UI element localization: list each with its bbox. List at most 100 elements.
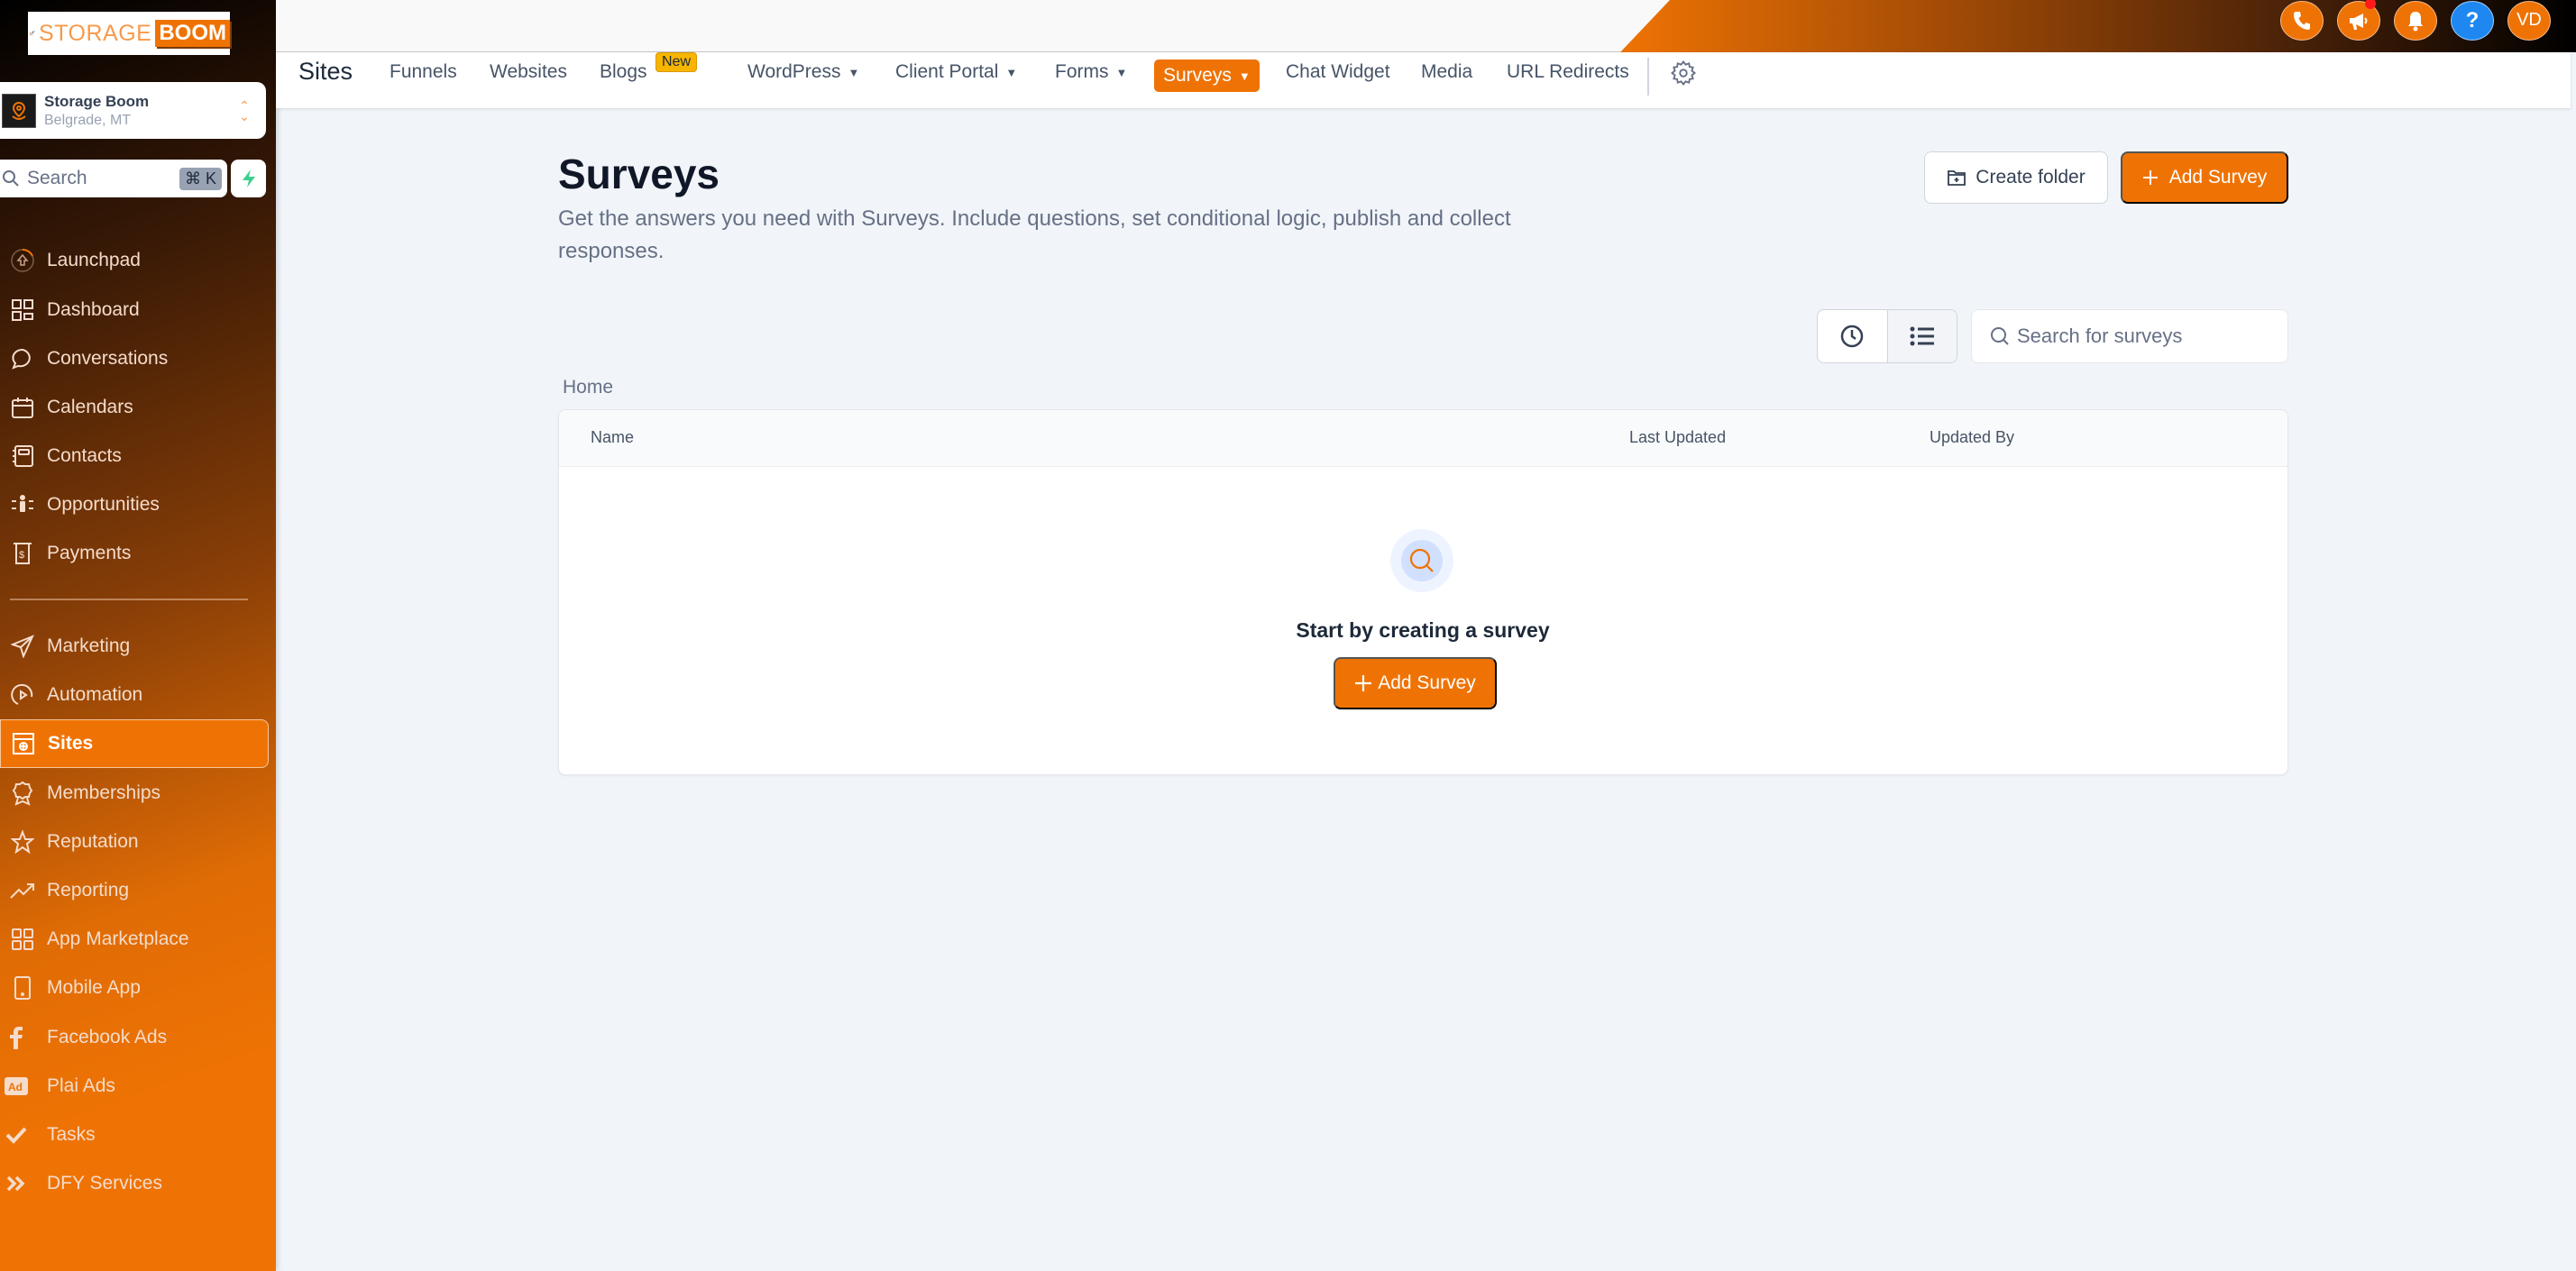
sites-subnav: Sites Funnels Websites Blogs New WordPre… [276,52,2571,108]
account-location: Belgrade, MT [44,112,132,128]
tab-label: Forms [1055,61,1109,82]
account-name: Storage Boom [44,92,150,110]
opportunities-icon [10,492,35,517]
calendar-icon [10,395,35,420]
subnav-divider [1647,58,1649,96]
page-description: Get the answers you need with Surveys. I… [558,206,1511,263]
tab-chat-widget[interactable]: Chat Widget [1286,61,1390,83]
sidebar-item-app-marketplace[interactable]: App Marketplace [0,915,269,964]
launchpad-icon [10,248,35,273]
column-header-last-updated[interactable]: Last Updated [1629,428,1726,447]
sidebar-item-reputation[interactable]: Reputation [0,818,269,866]
tab-label: Surveys [1163,65,1232,86]
sidebar-item-sites[interactable]: Sites [0,719,269,768]
contacts-book-icon [10,443,35,469]
quick-action-button[interactable] [231,160,266,197]
create-folder-label: Create folder [1976,167,2086,187]
empty-state-button-label: Add Survey [1378,672,1476,693]
sidebar-item-label: Launchpad [47,250,141,270]
new-badge: New [655,52,698,72]
tab-client-portal[interactable]: Client Portal ▼ [895,61,1017,83]
tab-label: Chat Widget [1286,61,1390,82]
tab-url-redirects[interactable]: URL Redirects [1507,61,1629,83]
survey-search-input[interactable] [2017,325,2278,348]
phone-button[interactable] [2280,0,2324,41]
sidebar-item-tasks[interactable]: Tasks [0,1111,269,1159]
sidebar-item-conversations[interactable]: Conversations [0,334,269,383]
create-folder-button[interactable]: Create folder [1924,151,2108,204]
column-header-name[interactable]: Name [591,428,634,447]
account-switcher[interactable]: Storage Boom Belgrade, MT ⌃ ⌄ [0,82,266,139]
sidebar-item-calendars[interactable]: Calendars [0,383,269,432]
list-view-button[interactable] [1886,310,1957,362]
dashboard-grid-icon [10,297,35,323]
empty-state-title: Start by creating a survey [1296,618,1550,642]
tab-wordpress[interactable]: WordPress ▼ [747,61,859,83]
tab-funnels[interactable]: Funnels [390,61,457,83]
search-icon [1409,548,1434,572]
empty-state-illustration [1390,529,1453,592]
rocket-icon [29,30,35,36]
user-avatar[interactable]: VD [2507,0,2551,41]
sidebar-item-opportunities[interactable]: Opportunities [0,480,269,529]
breadcrumb-home[interactable]: Home [563,377,613,398]
sidebar-item-contacts[interactable]: Contacts [0,432,269,480]
breadcrumb[interactable]: Home [563,377,613,398]
sidebar-item-facebook-ads[interactable]: Facebook Ads [0,1013,269,1062]
empty-state-add-survey-button[interactable]: Add Survey [1334,657,1497,709]
add-survey-label: Add Survey [2168,167,2268,187]
help-icon: ? [2465,7,2480,32]
search-icon [3,170,19,187]
trending-up-icon [10,878,35,903]
sidebar-search[interactable]: Search ⌘ K [0,160,227,197]
sidebar-item-label: Plai Ads [47,1075,115,1096]
tab-surveys[interactable]: Surveys ▼ [1154,59,1260,92]
tab-label: Blogs [600,61,647,82]
check-icon [4,1122,29,1148]
table-header: Name Last Updated Updated By [559,410,2287,467]
header-actions: ? VD [2280,0,2551,41]
tab-label: URL Redirects [1507,61,1629,82]
folder-plus-icon [1948,170,1966,186]
chevron-down-icon: ▼ [848,65,860,79]
settings-button[interactable] [1670,59,1697,91]
tab-websites[interactable]: Websites [490,61,567,83]
tab-blogs[interactable]: Blogs [600,61,647,83]
sidebar-item-label: Marketing [47,636,131,656]
sidebar-item-payments[interactable]: $ Payments [0,529,269,578]
sidebar-item-label: Sites [48,733,94,754]
chevron-up-down-icon: ⌃ ⌄ [239,97,250,123]
announcements-button[interactable] [2337,0,2380,41]
sidebar-item-launchpad[interactable]: Launchpad [0,236,269,285]
notifications-button[interactable] [2394,0,2437,41]
column-header-updated-by[interactable]: Updated By [1930,428,2014,447]
sidebar-item-label: Memberships [47,782,161,803]
sidebar-item-marketing[interactable]: Marketing [0,622,269,671]
bell-icon [2408,11,2423,31]
sidebar-item-dashboard[interactable]: Dashboard [0,286,269,334]
brand-logo[interactable]: STORAGE BOOM [28,12,230,55]
sidebar-item-dfy-services[interactable]: DFY Services [0,1159,269,1208]
ad-icon: Ad [4,1074,29,1099]
view-toggle [1817,309,1957,363]
avatar-initials: VD [2516,10,2542,30]
add-survey-button[interactable]: Add Survey [2121,151,2288,204]
sidebar-item-memberships[interactable]: Memberships [0,769,269,818]
chevron-down-icon: ▼ [1005,65,1018,79]
sidebar-item-label: Facebook Ads [47,1027,168,1047]
gear-icon [1670,59,1697,87]
sidebar-item-automation[interactable]: Automation [0,671,269,719]
tab-forms[interactable]: Forms ▼ [1055,61,1127,83]
list-icon [1910,326,1934,346]
sidebar-item-plai-ads[interactable]: Ad Plai Ads [0,1062,269,1111]
sidebar-item-label: Dashboard [47,299,140,320]
tab-media[interactable]: Media [1421,61,1472,83]
sidebar-item-reporting[interactable]: Reporting [0,866,269,915]
sidebar-item-mobile-app[interactable]: Mobile App [0,964,269,1012]
shortcut-badge: ⌘ K [179,167,222,190]
logo-text-bold: BOOM [155,20,230,47]
recent-view-button[interactable] [1818,310,1887,362]
svg-text:$: $ [19,550,24,561]
sidebar-item-label: Calendars [47,397,133,417]
help-button[interactable]: ? [2451,0,2494,41]
